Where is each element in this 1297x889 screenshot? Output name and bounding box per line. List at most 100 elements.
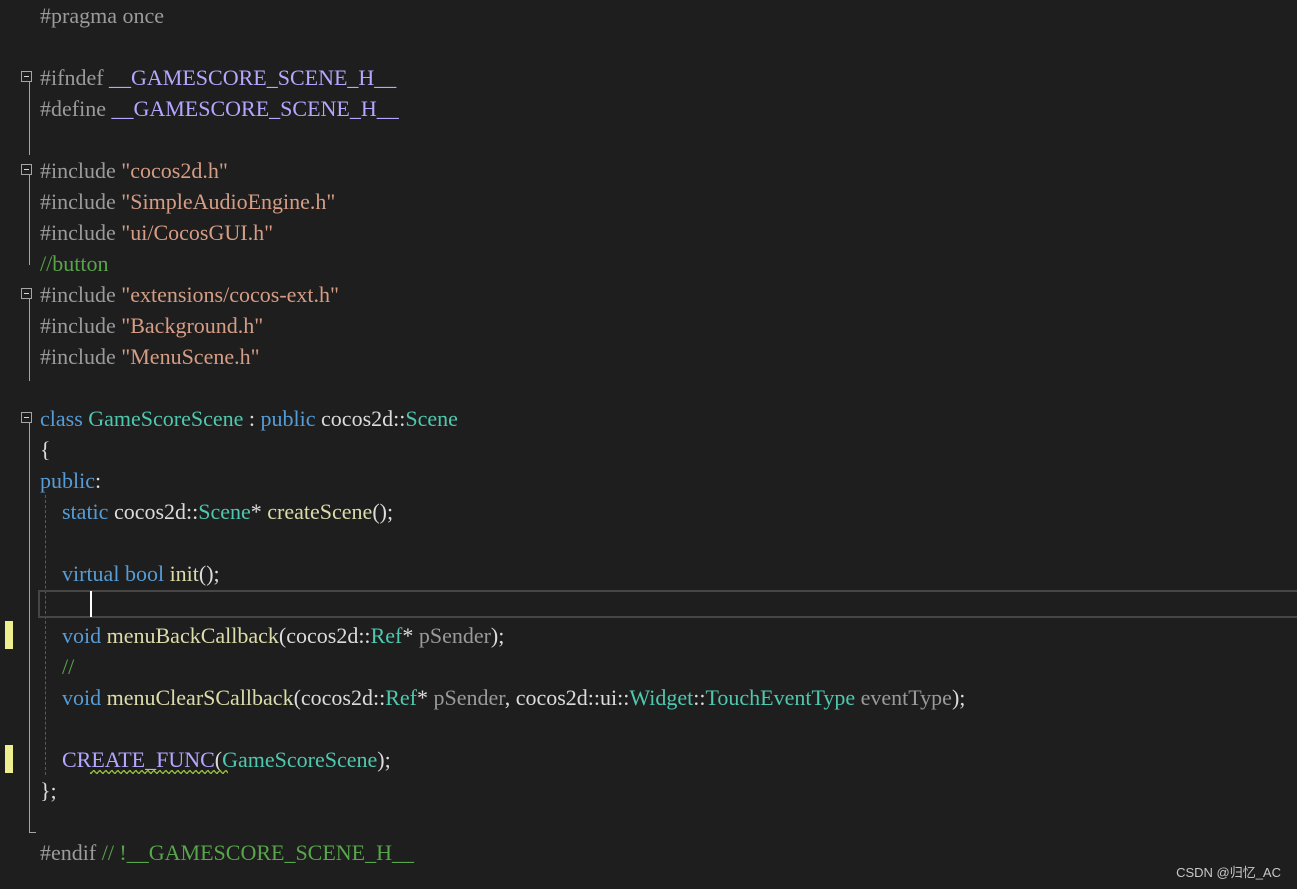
code-line[interactable]: //button	[0, 248, 1297, 279]
code-text[interactable]: void menuClearSCallback(cocos2d::Ref* pS…	[40, 682, 965, 713]
code-text[interactable]: {	[40, 434, 51, 465]
code-line[interactable]	[0, 589, 1297, 620]
code-text[interactable]: void menuBackCallback(cocos2d::Ref* pSen…	[40, 620, 504, 651]
code-token: __GAMESCORE_SCENE_H__	[109, 65, 397, 90]
code-token: "SimpleAudioEngine.h"	[121, 189, 336, 214]
error-squiggle	[90, 770, 228, 774]
code-token: #include	[40, 282, 122, 307]
code-token: void	[62, 623, 102, 648]
code-token: );	[951, 685, 966, 710]
code-token: Ref	[385, 685, 417, 710]
code-token: (cocos2d::	[293, 685, 386, 710]
code-token: class	[40, 406, 83, 431]
code-token: CREATE_FUNC	[62, 747, 215, 772]
code-text[interactable]: #define __GAMESCORE_SCENE_H__	[40, 93, 399, 124]
code-token: :	[243, 406, 261, 431]
code-line[interactable]: #include "MenuScene.h"	[0, 341, 1297, 372]
code-text[interactable]: #include "cocos2d.h"	[40, 155, 228, 186]
code-token: "ui/CocosGUI.h"	[121, 220, 274, 245]
code-line[interactable]: virtual bool init();	[0, 558, 1297, 589]
code-token: bool	[124, 561, 165, 586]
code-line[interactable]	[0, 806, 1297, 837]
code-line[interactable]	[0, 124, 1297, 155]
code-token: :	[95, 468, 102, 493]
code-token: init	[169, 561, 199, 586]
code-token: {	[40, 437, 51, 462]
code-token: ();	[198, 561, 220, 586]
code-line[interactable]: void menuBackCallback(cocos2d::Ref* pSen…	[0, 620, 1297, 651]
code-text[interactable]: #endif // !__GAMESCORE_SCENE_H__	[40, 837, 414, 868]
code-text[interactable]: #ifndef __GAMESCORE_SCENE_H__	[40, 62, 396, 93]
code-text[interactable]: virtual bool init();	[40, 558, 220, 589]
code-text[interactable]: #include "Background.h"	[40, 310, 263, 341]
code-line[interactable]: #include "Background.h"	[0, 310, 1297, 341]
code-text[interactable]: #include "MenuScene.h"	[40, 341, 260, 372]
code-line[interactable]: #include "ui/CocosGUI.h"	[0, 217, 1297, 248]
code-line[interactable]: class GameScoreScene : public cocos2d::S…	[0, 403, 1297, 434]
code-token: menuBackCallback	[106, 623, 279, 648]
code-token: // !__GAMESCORE_SCENE_H__	[101, 840, 414, 865]
code-line[interactable]	[0, 713, 1297, 744]
code-text[interactable]: public:	[40, 465, 101, 496]
code-text[interactable]: };	[40, 775, 57, 806]
code-token: #pragma once	[40, 3, 164, 28]
code-token: static	[62, 499, 109, 524]
code-token: virtual	[62, 561, 120, 586]
code-line[interactable]: };	[0, 775, 1297, 806]
code-line[interactable]: void menuClearSCallback(cocos2d::Ref* pS…	[0, 682, 1297, 713]
code-line[interactable]: #define __GAMESCORE_SCENE_H__	[0, 93, 1297, 124]
code-token: ();	[372, 499, 394, 524]
code-text[interactable]: #include "SimpleAudioEngine.h"	[40, 186, 335, 217]
code-token: Ref	[370, 623, 403, 648]
watermark: CSDN @归忆_AC	[1176, 865, 1281, 880]
code-text[interactable]: class GameScoreScene : public cocos2d::S…	[40, 403, 458, 434]
code-token: __GAMESCORE_SCENE_H__	[111, 96, 399, 121]
code-token: );	[490, 623, 505, 648]
code-editor[interactable]: #pragma once #ifndef __GAMESCORE_SCENE_H_…	[0, 0, 1297, 889]
code-token: "MenuScene.h"	[121, 344, 260, 369]
code-line[interactable]: #pragma once	[0, 0, 1297, 31]
code-line[interactable]: {	[0, 434, 1297, 465]
code-token: pSender	[418, 623, 491, 648]
code-line[interactable]	[0, 31, 1297, 62]
code-token: };	[40, 778, 57, 803]
code-line[interactable]: #endif // !__GAMESCORE_SCENE_H__	[0, 837, 1297, 868]
code-token: #include	[40, 189, 122, 214]
code-line[interactable]: //	[0, 651, 1297, 682]
code-token: //button	[40, 251, 109, 276]
code-token: createScene	[267, 499, 373, 524]
code-text[interactable]: //button	[40, 248, 108, 279]
code-token: public	[260, 406, 316, 431]
code-token: );	[377, 747, 391, 772]
code-line[interactable]	[0, 527, 1297, 558]
code-token: #include	[40, 158, 122, 183]
code-line[interactable]: #ifndef __GAMESCORE_SCENE_H__	[0, 62, 1297, 93]
code-line[interactable]: #include "extensions/cocos-ext.h"	[0, 279, 1297, 310]
code-token: void	[62, 685, 102, 710]
code-token: Scene	[405, 406, 458, 431]
code-token: cocos2d::	[108, 499, 199, 524]
code-token: #ifndef	[40, 65, 110, 90]
code-token: *	[250, 499, 268, 524]
code-text[interactable]: #pragma once	[40, 0, 164, 31]
code-token: cocos2d::	[315, 406, 406, 431]
code-text[interactable]: static cocos2d::Scene* createScene();	[40, 496, 393, 527]
code-token: pSender	[433, 685, 505, 710]
code-line[interactable]: #include "cocos2d.h"	[0, 155, 1297, 186]
code-token: "extensions/cocos-ext.h"	[121, 282, 340, 307]
code-line[interactable]: static cocos2d::Scene* createScene();	[0, 496, 1297, 527]
code-token: #endif	[40, 840, 102, 865]
code-token: #define	[40, 96, 112, 121]
code-token: public	[40, 468, 95, 493]
code-text[interactable]: //	[40, 651, 74, 682]
code-line[interactable]: public:	[0, 465, 1297, 496]
code-text[interactable]: #include "extensions/cocos-ext.h"	[40, 279, 339, 310]
code-line[interactable]	[0, 372, 1297, 403]
code-line[interactable]: #include "SimpleAudioEngine.h"	[0, 186, 1297, 217]
code-text[interactable]: #include "ui/CocosGUI.h"	[40, 217, 273, 248]
